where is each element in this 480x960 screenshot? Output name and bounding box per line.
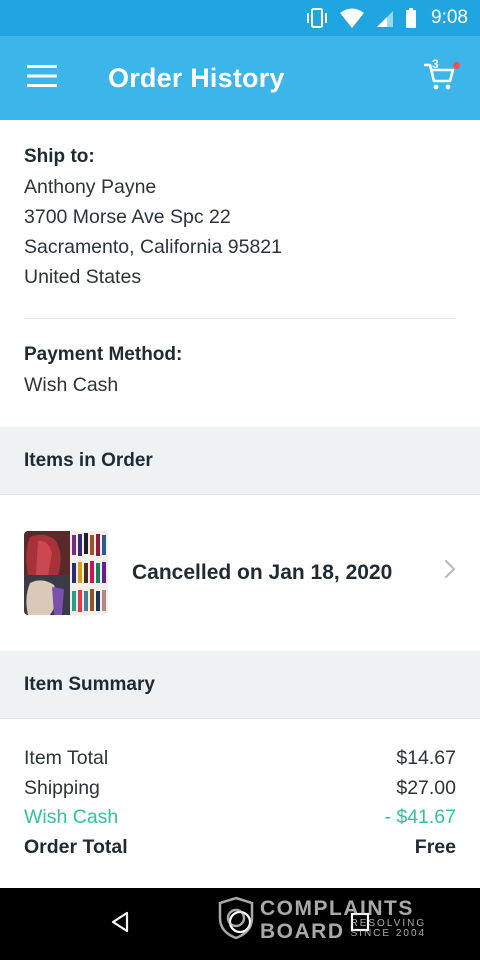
item-summary-header: Item Summary <box>0 651 480 719</box>
ship-to-label: Ship to: <box>24 146 95 167</box>
watermark-logo: COMPLAINTS BOARD RESOLVING SINCE 2004 <box>218 894 438 946</box>
notification-dot <box>453 62 460 69</box>
wish-cash-value: - $41.67 <box>384 806 456 828</box>
payment-method-label: Payment Method: <box>24 344 183 365</box>
status-time: 9:08 <box>431 7 468 28</box>
shopping-cart-icon <box>423 61 456 96</box>
wifi-icon <box>339 7 365 29</box>
section-divider <box>24 318 456 319</box>
shipping-value: $27.00 <box>396 776 456 799</box>
page-title: Order History <box>108 62 285 93</box>
shipping-section: Ship to: Anthony Payne 3700 Morse Ave Sp… <box>24 142 456 292</box>
country: United States <box>24 266 142 288</box>
watermark-text: COMPLAINTS BOARD RESOLVING SINCE 2004 <box>260 898 426 942</box>
hamburger-menu-icon <box>27 64 57 92</box>
cart-count-badge: 3 <box>432 57 439 71</box>
shipping-label: Shipping <box>24 776 100 799</box>
item-total-value: $14.67 <box>396 747 456 769</box>
watermark-line1: COMPLAINTS <box>260 897 414 920</box>
summary-section: Item Total $14.67 Shipping $27.00 Wish C… <box>24 744 456 862</box>
order-status: Cancelled on Jan 18, 2020 <box>132 561 393 584</box>
items-in-order-title: Items in Order <box>24 449 153 471</box>
order-total-row: Order Total Free <box>24 833 456 863</box>
cart-button[interactable]: 3 <box>416 54 464 102</box>
street-address: 3700 Morse Ave Spc 22 <box>24 206 231 228</box>
item-total-row: Item Total $14.67 <box>24 744 456 774</box>
back-button[interactable] <box>106 910 134 938</box>
item-summary-title: Item Summary <box>24 673 155 695</box>
chevron-right-icon <box>444 559 456 584</box>
menu-button[interactable] <box>0 36 84 120</box>
signal-icon <box>375 8 395 28</box>
order-total-value: Free <box>414 835 456 858</box>
vibrate-icon <box>305 7 329 29</box>
order-total-label: Order Total <box>24 835 128 858</box>
payment-method-value: Wish Cash <box>24 374 119 396</box>
status-bar: 9:08 <box>0 0 480 36</box>
battery-icon <box>405 7 417 29</box>
app-bar: Order History 3 <box>0 36 480 120</box>
wish-cash-row: Wish Cash - $41.67 <box>24 803 456 833</box>
items-in-order-header: Items in Order <box>0 427 480 495</box>
product-thumbnail <box>24 531 108 615</box>
city-state-zip: Sacramento, California 95821 <box>24 236 282 258</box>
payment-section: Payment Method: Wish Cash <box>24 340 456 400</box>
shield-icon <box>218 896 254 945</box>
recipient-name: Anthony Payne <box>24 176 157 198</box>
order-details: Ship to: Anthony Payne 3700 Morse Ave Sp… <box>0 120 480 888</box>
order-item-row[interactable]: Cancelled on Jan 18, 2020 <box>0 495 480 651</box>
item-total-label: Item Total <box>24 747 109 769</box>
watermark-line2: BOARD <box>260 920 345 943</box>
shipping-row: Shipping $27.00 <box>24 774 456 804</box>
watermark-tagline: RESOLVING SINCE 2004 <box>351 919 427 939</box>
back-icon <box>109 910 131 939</box>
watermark-tagline2: SINCE 2004 <box>350 928 427 939</box>
wish-cash-label: Wish Cash <box>24 806 119 828</box>
